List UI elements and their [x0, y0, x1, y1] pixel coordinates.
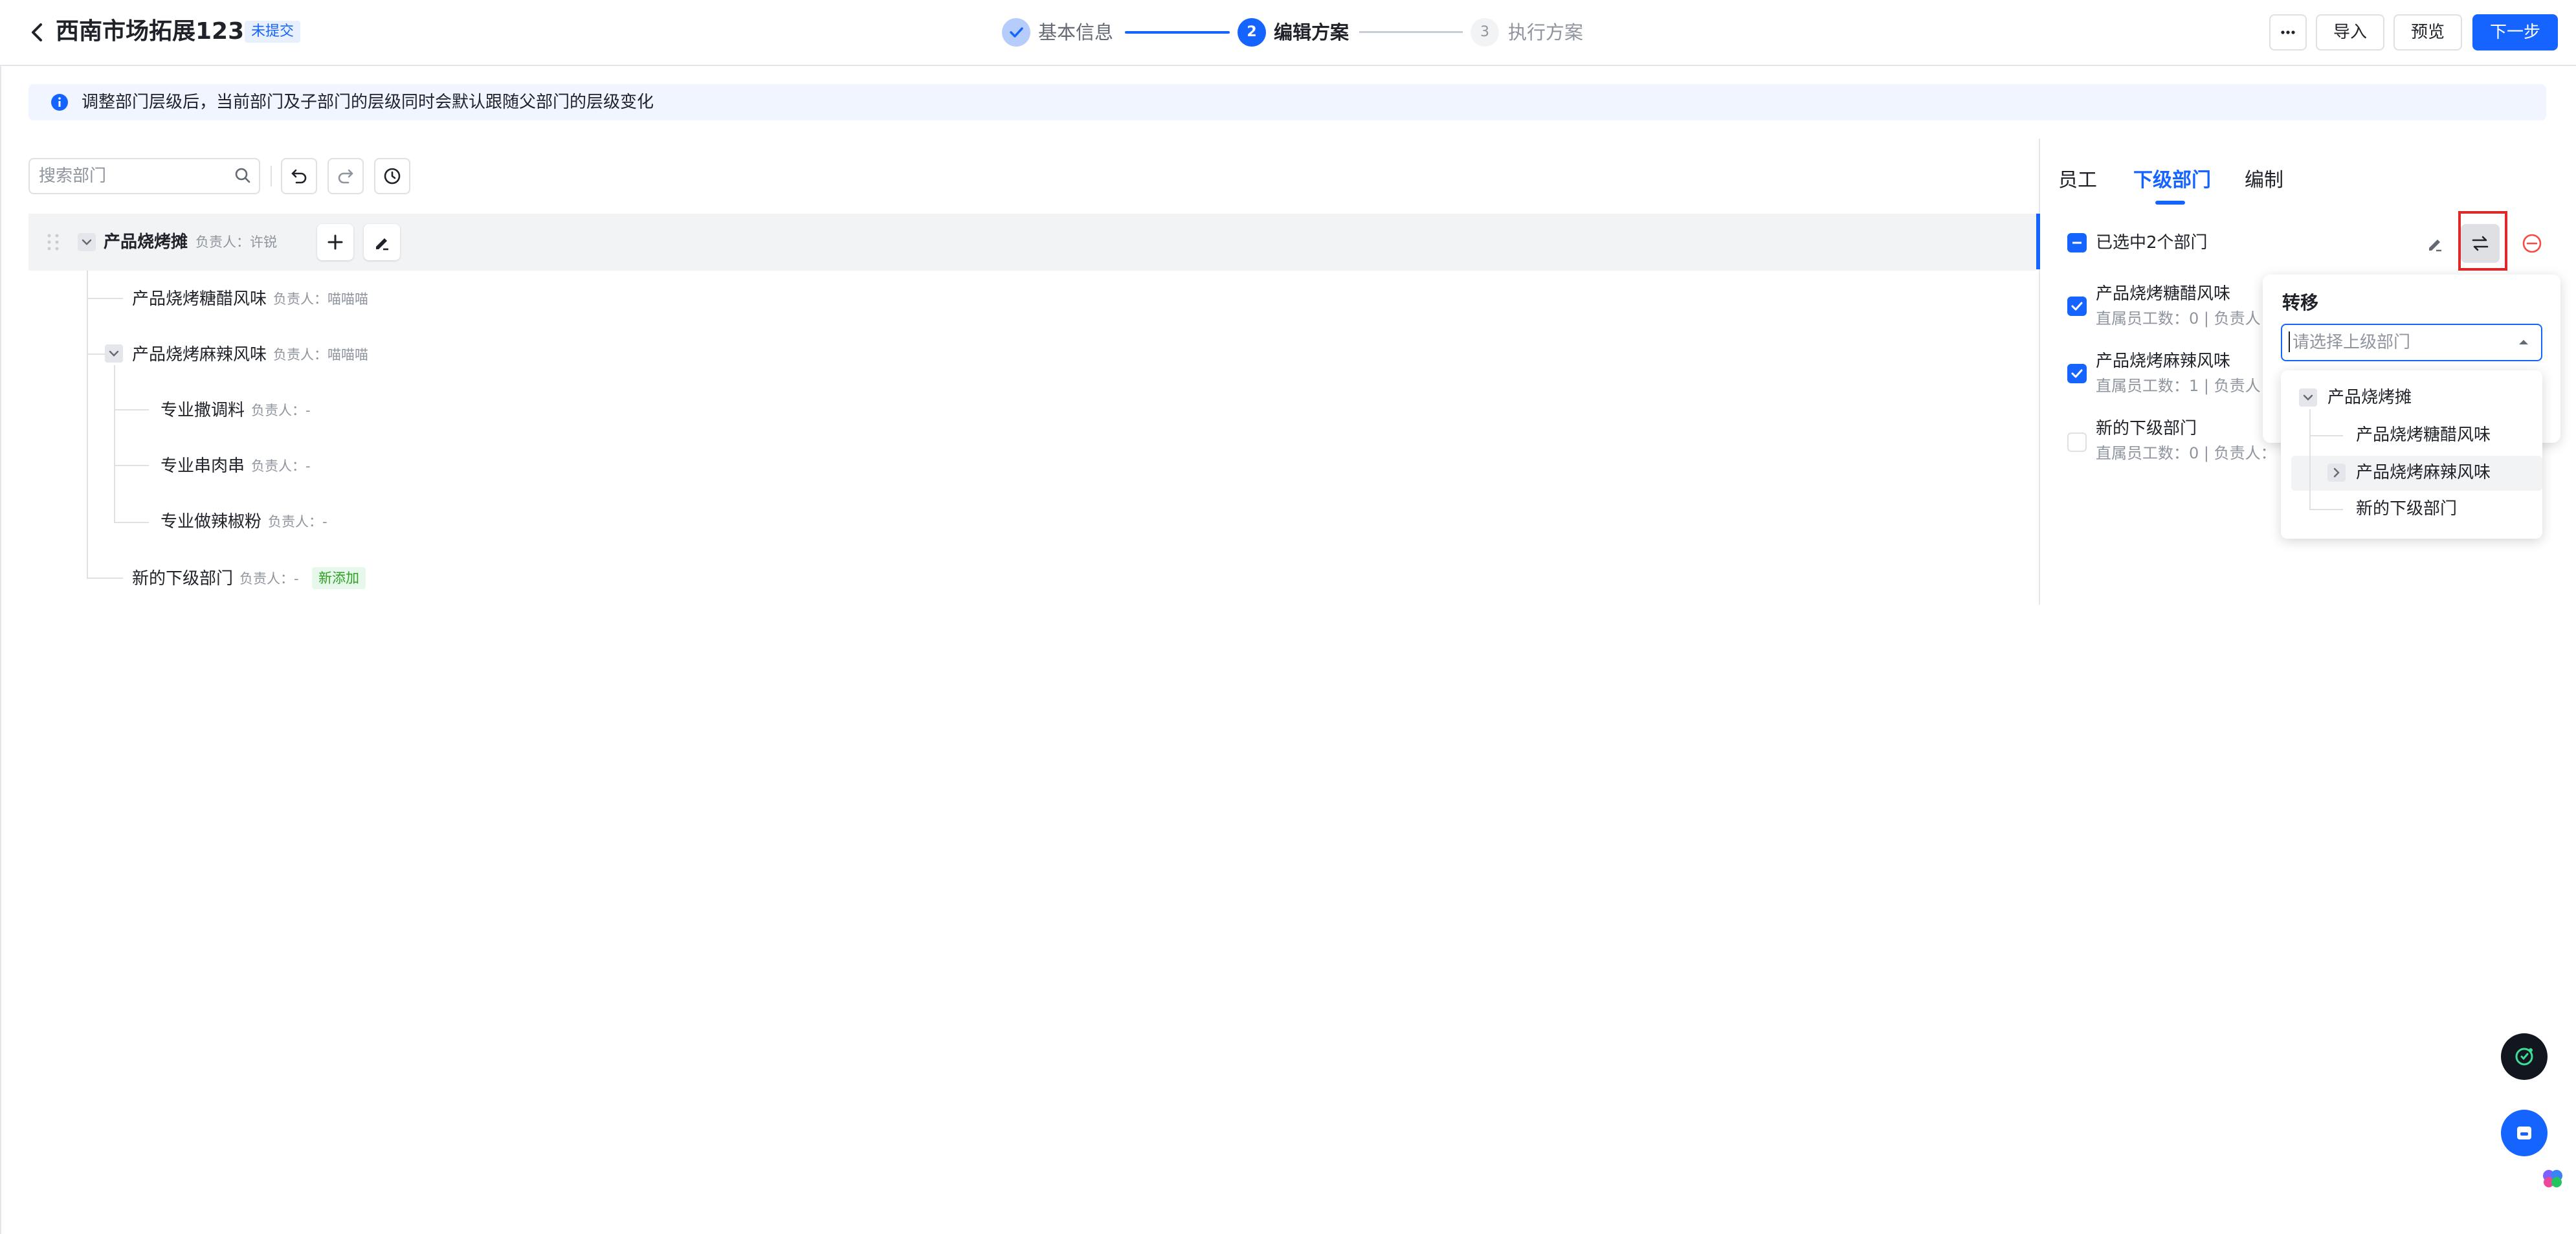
- tree-guide-line: [114, 365, 115, 523]
- more-horizontal-icon: [2281, 30, 2295, 34]
- step-2-label[interactable]: 编辑方案: [1274, 18, 1349, 47]
- step-1-label[interactable]: 基本信息: [1038, 18, 1113, 47]
- toolbar-divider: [271, 166, 272, 186]
- step-3-label[interactable]: 执行方案: [1508, 18, 1583, 47]
- tree-node-name[interactable]: 产品烧烤摊: [104, 214, 188, 271]
- add-subdept-icon[interactable]: [317, 224, 353, 260]
- redo-icon[interactable]: [328, 158, 364, 194]
- dropdown-option[interactable]: 产品烧烤麻辣风味: [2356, 454, 2491, 491]
- brain-icon[interactable]: [2540, 1165, 2566, 1191]
- subdept-name: 新的下级部门: [2096, 419, 2197, 438]
- collapse-toggle-icon[interactable]: [2299, 388, 2317, 407]
- subdept-name: 产品烧烤麻辣风味: [2096, 352, 2231, 371]
- tree-guide-line: [87, 298, 123, 299]
- tree-guide-line: [114, 522, 149, 523]
- tree-node-lead: 负责人：喵喵喵: [273, 291, 368, 307]
- next-step-button[interactable]: 下一步: [2472, 14, 2558, 50]
- edit-icon[interactable]: [364, 224, 400, 260]
- subdept-meta: 直属员工数：0 | 负责人: [2096, 309, 2261, 328]
- transfer-title: 转移: [2282, 292, 2319, 313]
- info-icon: [49, 92, 70, 113]
- back-arrow-icon[interactable]: [23, 18, 52, 47]
- selection-indicator: [2036, 214, 2040, 269]
- tree-node-name[interactable]: 产品烧烤麻辣风味: [132, 326, 267, 383]
- tree-guide-line: [87, 578, 123, 579]
- search-icon[interactable]: [233, 166, 252, 185]
- tree-node-lead: 负责人：-: [251, 403, 311, 418]
- caret-up-icon[interactable]: [2518, 338, 2529, 346]
- panel-divider: [2039, 139, 2040, 605]
- chevron-right-icon[interactable]: [2327, 464, 2346, 482]
- tree-node-lead: 负责人：-: [268, 514, 328, 530]
- search-input[interactable]: [38, 162, 234, 190]
- tree-node-name[interactable]: 产品烧烤糖醋风味: [132, 271, 267, 328]
- tree-node-lead: 负责人：喵喵喵: [273, 347, 368, 363]
- tree-guide-line: [114, 409, 149, 410]
- tree-node-lead: 负责人：-: [239, 571, 299, 587]
- left-divider: [0, 65, 1, 1234]
- collapse-toggle-icon[interactable]: [105, 344, 123, 363]
- drag-handle-icon[interactable]: [44, 230, 62, 254]
- collapse-toggle-icon[interactable]: [78, 233, 96, 251]
- item-checkbox[interactable]: [2067, 364, 2087, 383]
- step-3-number: 3: [1471, 18, 1499, 47]
- ai-assistant-icon[interactable]: [2501, 1033, 2548, 1080]
- tree-node-name[interactable]: 专业串肉串: [161, 438, 245, 495]
- step-2-number: 2: [1238, 18, 1266, 47]
- select-placeholder: 请选择上级部门: [2293, 333, 2411, 352]
- tab-employees[interactable]: 员工: [2058, 164, 2097, 197]
- subdept-name: 产品烧烤糖醋风味: [2096, 284, 2231, 304]
- more-button[interactable]: [2269, 14, 2307, 50]
- step-connector-pending: [1359, 31, 1463, 33]
- tree-node-name[interactable]: 专业做辣椒粉: [161, 493, 261, 550]
- tree-node-lead: 负责人：许锐: [195, 234, 277, 250]
- tree-node-lead: 负责人：-: [251, 458, 311, 474]
- dropdown-option[interactable]: 产品烧烤摊: [2327, 379, 2412, 416]
- tree-guide-line: [2309, 509, 2343, 510]
- import-button[interactable]: 导入: [2316, 14, 2384, 50]
- subdept-meta: 直属员工数：0 | 负责人：: [2096, 444, 2276, 462]
- active-tab-indicator: [2155, 201, 2185, 205]
- undo-icon[interactable]: [281, 158, 317, 194]
- tab-sub-departments[interactable]: 下级部门: [2133, 164, 2211, 197]
- tree-guide-line: [2309, 409, 2311, 509]
- text-caret: [2289, 331, 2290, 352]
- history-icon[interactable]: [374, 158, 410, 194]
- item-checkbox[interactable]: [2067, 297, 2087, 316]
- select-all-checkbox[interactable]: [2067, 233, 2087, 252]
- page-title: 西南市场拓展123: [56, 18, 245, 45]
- remove-icon[interactable]: [2516, 228, 2548, 259]
- subdept-meta: 直属员工数：1 | 负责人: [2096, 377, 2261, 395]
- tree-guide-line: [114, 465, 149, 466]
- dropdown-option[interactable]: 新的下级部门: [2356, 491, 2457, 527]
- dropdown-option[interactable]: 产品烧烤糖醋风味: [2356, 417, 2491, 453]
- tab-establishment[interactable]: 编制: [2245, 164, 2283, 197]
- status-badge: 未提交: [245, 21, 301, 43]
- step-1-check-icon: [1002, 18, 1030, 47]
- item-checkbox[interactable]: [2067, 432, 2087, 452]
- tree-node-name[interactable]: 专业撒调料: [161, 382, 245, 439]
- selected-count-text: 已选中2个部门: [2096, 233, 2208, 252]
- preview-button[interactable]: 预览: [2393, 14, 2462, 50]
- tree-node-name[interactable]: 新的下级部门: [132, 550, 233, 607]
- step-connector-done: [1125, 31, 1230, 34]
- new-added-tag: 新添加: [312, 567, 366, 589]
- highlight-box: [2458, 211, 2507, 271]
- tree-guide-line: [2309, 435, 2343, 436]
- info-text: 调整部门层级后，当前部门及子部门的层级同时会默认跟随父部门的层级变化: [82, 93, 654, 112]
- tree-guide-line: [87, 271, 88, 579]
- edit-icon[interactable]: [2415, 224, 2454, 263]
- chat-icon[interactable]: [2501, 1110, 2548, 1156]
